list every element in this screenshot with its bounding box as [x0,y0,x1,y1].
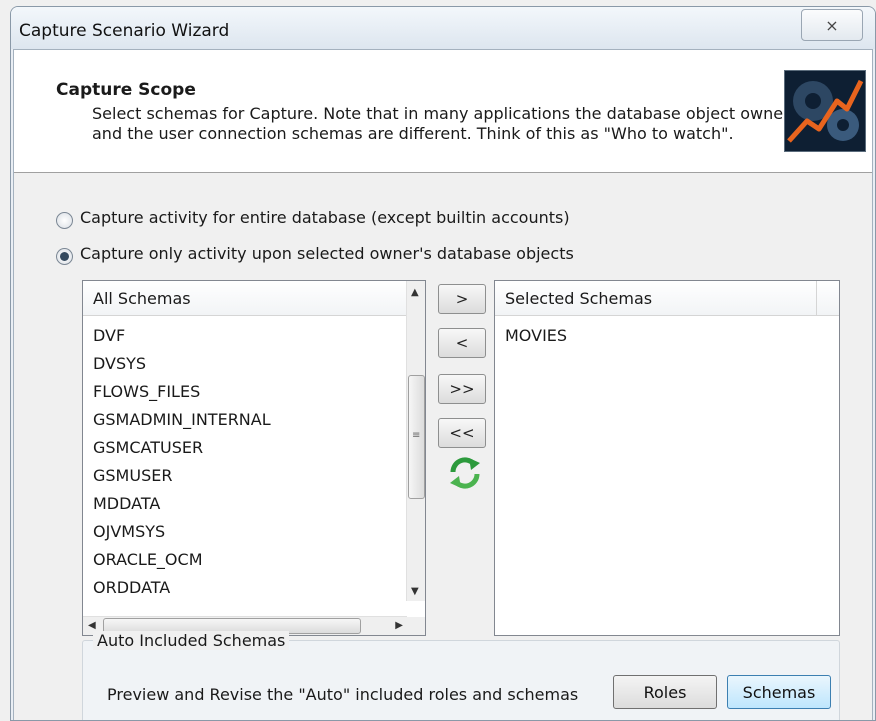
capture-entire-database-radio[interactable] [56,212,73,229]
vertical-scroll-thumb[interactable]: ≡ [408,375,425,499]
wizard-header: Capture Scope Select schemas for Capture… [14,50,872,173]
selected-schemas-list[interactable]: Selected Schemas MOVIES [494,280,840,636]
auto-included-schemas-title: Auto Included Schemas [93,631,290,650]
list-item[interactable]: GSMCATUSER [93,438,203,457]
schemas-button[interactable]: Schemas [727,675,831,709]
vertical-scrollbar[interactable]: ▲ ≡ ▼ [406,281,425,601]
add-all-schemas-button[interactable]: >> [438,374,486,404]
list-item[interactable]: MDDATA [93,494,160,513]
all-schemas-list[interactable]: All Schemas DVF DVSYS FLOWS_FILES GSMADM… [82,280,426,636]
scroll-up-icon[interactable]: ▲ [411,287,419,298]
page-title: Capture Scope [56,80,196,100]
close-icon: ⨯ [825,15,839,35]
capture-selected-owners-radio[interactable] [56,248,73,265]
scroll-right-icon[interactable]: ▶ [395,620,403,631]
scroll-down-icon[interactable]: ▼ [411,586,419,597]
auto-included-schemas-group: Auto Included Schemas Preview and Revise… [82,631,840,720]
page-description: Select schemas for Capture. Note that in… [92,104,790,143]
all-schemas-header-label: All Schemas [93,289,191,308]
remove-schema-button[interactable]: < [438,328,486,358]
window-title: Capture Scenario Wizard [19,21,230,41]
remove-all-schemas-button[interactable]: << [438,418,486,448]
list-item[interactable]: FLOWS_FILES [93,382,200,401]
selected-schemas-header-label: Selected Schemas [505,289,653,308]
list-item[interactable]: OJVMSYS [93,522,165,541]
wizard-body: Capture Scope Select schemas for Capture… [13,49,873,720]
roles-button[interactable]: Roles [613,675,717,709]
list-item[interactable]: MOVIES [505,326,567,345]
list-item[interactable]: DVSYS [93,354,146,373]
close-button[interactable]: ⨯ [801,9,863,41]
refresh-icon[interactable] [447,455,483,491]
capture-scenario-wizard-window: Capture Scenario Wizard ⨯ Capture Scope … [10,6,876,721]
all-schemas-header[interactable]: All Schemas [83,281,407,316]
list-item[interactable]: GSMADMIN_INTERNAL [93,410,271,429]
column-divider [816,281,817,315]
grip-icon: ≡ [412,430,421,441]
chart-gears-icon [784,70,866,152]
list-item[interactable]: GSMUSER [93,466,172,485]
list-item[interactable]: ORACLE_OCM [93,550,203,569]
scroll-left-icon[interactable]: ◀ [88,620,96,631]
list-item[interactable]: ORDDATA [93,578,170,597]
add-schema-button[interactable]: > [438,284,486,314]
auto-included-description: Preview and Revise the "Auto" included r… [107,685,579,704]
selected-schemas-header[interactable]: Selected Schemas [495,281,839,316]
capture-selected-owners-label: Capture only activity upon selected owne… [80,244,574,263]
title-bar: Capture Scenario Wizard ⨯ [11,7,875,49]
list-item[interactable]: DVF [93,326,125,345]
scrollbar-corner [407,617,425,635]
capture-entire-database-label: Capture activity for entire database (ex… [80,208,570,227]
